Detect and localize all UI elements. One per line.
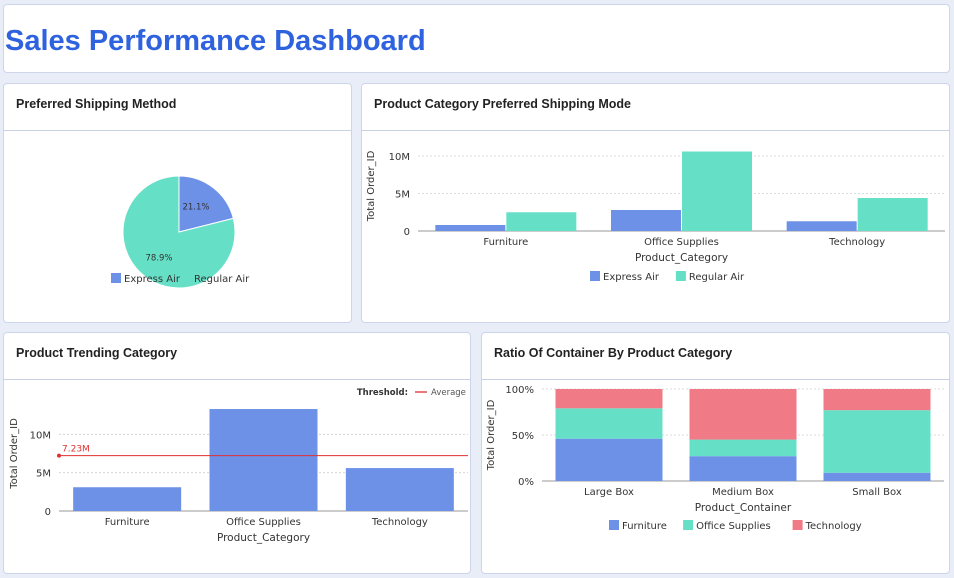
legend-swatch [675, 271, 686, 281]
bar-segment [823, 389, 931, 411]
stacked-bar-chart: 0% 50% 100% Total Order_ID Large Box Medium B… [486, 385, 944, 532]
legend-label: Express Air [124, 274, 181, 285]
bar-segment [689, 439, 797, 457]
legend-label: Express Air [603, 272, 660, 283]
shipping-method-card: Preferred Shipping Method 21.1% 78.9% Expr… [3, 83, 352, 323]
bar [682, 151, 752, 231]
x-tick-label: Medium Box [712, 487, 774, 498]
card-title: Product Trending Category [4, 333, 470, 380]
bar-segment [555, 408, 663, 439]
y-axis-label: Total Order_ID [366, 150, 377, 222]
x-tick-label: Large Box [584, 487, 634, 498]
x-tick-label: Office Supplies [644, 237, 719, 248]
grouped-bar-chart: 0 5M 10M Total Order_ID Furniture Office Supp… [366, 150, 945, 283]
card-title: Preferred Shipping Method [4, 84, 351, 131]
bar-segment [823, 410, 931, 473]
dashboard-title: Sales Performance Dashboard [5, 25, 426, 57]
y-axis-label: Total Order_ID [486, 399, 497, 471]
bar [73, 487, 182, 511]
card-title: Product Category Preferred Shipping Mode [362, 84, 949, 131]
legend-label: Technology [805, 521, 862, 532]
y-tick-label: 100% [505, 385, 534, 396]
y-tick-label: 0 [404, 227, 410, 238]
bar-segment [555, 438, 663, 481]
x-tick-label: Furniture [105, 517, 150, 528]
threshold-legend-title: Threshold: [357, 388, 408, 398]
title-card: Sales Performance Dashboard [3, 4, 950, 73]
trending-category-card: Product Trending Category 0 5M 10M Total Or… [3, 332, 471, 574]
y-tick-label: 0 [45, 507, 51, 518]
x-tick-label: Furniture [483, 237, 528, 248]
slice-label: 21.1% [182, 202, 209, 212]
y-tick-label: 5M [395, 190, 410, 201]
y-tick-label: 50% [512, 431, 534, 442]
y-tick-label: 10M [30, 430, 51, 441]
bar-segment [823, 472, 931, 481]
bar-segment [689, 389, 797, 440]
legend-label: Regular Air [689, 272, 745, 283]
bar-segment [555, 389, 663, 409]
legend-swatch [683, 520, 694, 530]
x-tick-label: Small Box [852, 487, 902, 498]
bar [209, 409, 318, 511]
legend-swatch [609, 520, 619, 530]
bar-segment [689, 456, 797, 481]
y-tick-label: 10M [389, 152, 410, 163]
category-shipping-card: Product Category Preferred Shipping Mode… [361, 83, 950, 323]
bar [345, 468, 454, 511]
threshold-value-label: 7.23M [62, 445, 90, 455]
bar-chart: 0 5M 10M Total Order_ID Furniture Office Supp… [9, 388, 468, 544]
y-axis-label: Total Order_ID [9, 418, 20, 490]
x-tick-label: Technology [371, 517, 428, 528]
bar [506, 212, 577, 231]
x-axis-label: Product_Category [217, 532, 310, 544]
legend-label: Regular Air [194, 274, 250, 285]
threshold-legend-label: Average [431, 388, 466, 398]
legend-swatch [792, 520, 803, 530]
card-title: Ratio Of Container By Product Category [482, 333, 949, 380]
container-ratio-card: Ratio Of Container By Product Category 0… [481, 332, 950, 574]
legend-swatch [111, 273, 121, 283]
pie-chart: 21.1% 78.9% Express Air Regular Air [111, 175, 250, 289]
x-axis-label: Product_Category [635, 252, 728, 264]
bar [435, 225, 506, 231]
y-tick-label: 0% [518, 477, 534, 488]
y-tick-label: 5M [36, 469, 51, 480]
bar [611, 210, 681, 231]
slice-label: 78.9% [146, 254, 173, 264]
x-tick-label: Office Supplies [226, 517, 301, 528]
bar [857, 198, 928, 231]
bar [786, 221, 857, 231]
x-axis-label: Product_Container [695, 502, 792, 514]
legend-label: Furniture [622, 521, 667, 532]
x-tick-label: Technology [828, 237, 885, 248]
legend-label: Office Supplies [696, 521, 771, 532]
threshold-marker [57, 453, 61, 458]
legend-swatch [181, 273, 191, 283]
legend-swatch [590, 271, 600, 281]
